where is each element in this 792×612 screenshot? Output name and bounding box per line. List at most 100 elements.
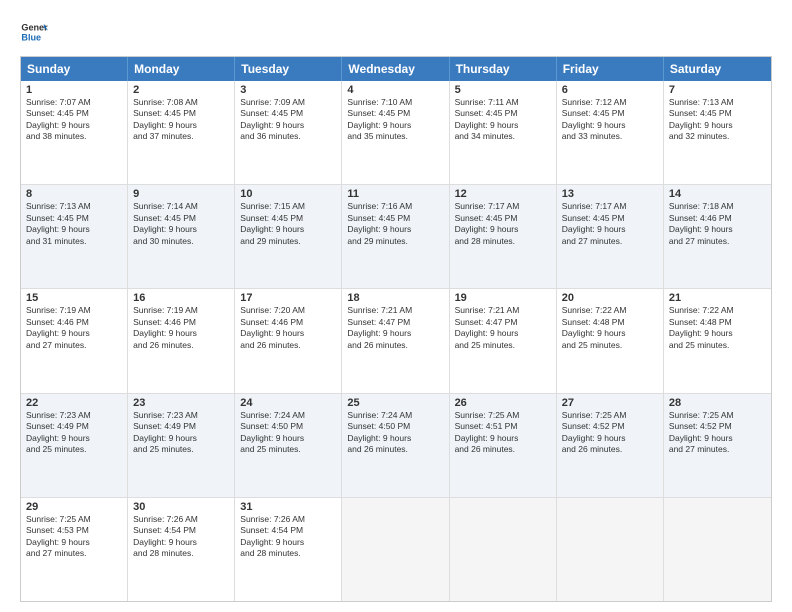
day-cell-30: 30Sunrise: 7:26 AM Sunset: 4:54 PM Dayli… bbox=[128, 498, 235, 601]
day-number: 17 bbox=[240, 292, 336, 304]
day-number: 20 bbox=[562, 292, 658, 304]
day-cell-2: 2Sunrise: 7:08 AM Sunset: 4:45 PM Daylig… bbox=[128, 81, 235, 184]
day-cell-20: 20Sunrise: 7:22 AM Sunset: 4:48 PM Dayli… bbox=[557, 289, 664, 392]
day-info: Sunrise: 7:14 AM Sunset: 4:45 PM Dayligh… bbox=[133, 201, 229, 247]
day-info: Sunrise: 7:15 AM Sunset: 4:45 PM Dayligh… bbox=[240, 201, 336, 247]
page: General Blue SundayMondayTuesdayWednesda… bbox=[0, 0, 792, 612]
day-info: Sunrise: 7:19 AM Sunset: 4:46 PM Dayligh… bbox=[133, 305, 229, 351]
calendar-row-2: 15Sunrise: 7:19 AM Sunset: 4:46 PM Dayli… bbox=[21, 289, 771, 393]
day-cell-12: 12Sunrise: 7:17 AM Sunset: 4:45 PM Dayli… bbox=[450, 185, 557, 288]
day-info: Sunrise: 7:23 AM Sunset: 4:49 PM Dayligh… bbox=[133, 410, 229, 456]
day-info: Sunrise: 7:25 AM Sunset: 4:52 PM Dayligh… bbox=[669, 410, 766, 456]
weekday-header-wednesday: Wednesday bbox=[342, 57, 449, 81]
day-cell-4: 4Sunrise: 7:10 AM Sunset: 4:45 PM Daylig… bbox=[342, 81, 449, 184]
weekday-header-saturday: Saturday bbox=[664, 57, 771, 81]
svg-text:Blue: Blue bbox=[21, 32, 41, 42]
day-number: 31 bbox=[240, 501, 336, 513]
day-cell-5: 5Sunrise: 7:11 AM Sunset: 4:45 PM Daylig… bbox=[450, 81, 557, 184]
day-cell-1: 1Sunrise: 7:07 AM Sunset: 4:45 PM Daylig… bbox=[21, 81, 128, 184]
day-number: 12 bbox=[455, 188, 551, 200]
day-cell-19: 19Sunrise: 7:21 AM Sunset: 4:47 PM Dayli… bbox=[450, 289, 557, 392]
day-cell-26: 26Sunrise: 7:25 AM Sunset: 4:51 PM Dayli… bbox=[450, 394, 557, 497]
day-cell-22: 22Sunrise: 7:23 AM Sunset: 4:49 PM Dayli… bbox=[21, 394, 128, 497]
day-cell-16: 16Sunrise: 7:19 AM Sunset: 4:46 PM Dayli… bbox=[128, 289, 235, 392]
day-cell-29: 29Sunrise: 7:25 AM Sunset: 4:53 PM Dayli… bbox=[21, 498, 128, 601]
weekday-header-sunday: Sunday bbox=[21, 57, 128, 81]
empty-cell bbox=[342, 498, 449, 601]
weekday-header-monday: Monday bbox=[128, 57, 235, 81]
day-info: Sunrise: 7:22 AM Sunset: 4:48 PM Dayligh… bbox=[669, 305, 766, 351]
day-cell-7: 7Sunrise: 7:13 AM Sunset: 4:45 PM Daylig… bbox=[664, 81, 771, 184]
day-number: 26 bbox=[455, 397, 551, 409]
day-info: Sunrise: 7:07 AM Sunset: 4:45 PM Dayligh… bbox=[26, 97, 122, 143]
day-number: 23 bbox=[133, 397, 229, 409]
calendar-row-0: 1Sunrise: 7:07 AM Sunset: 4:45 PM Daylig… bbox=[21, 81, 771, 185]
day-cell-10: 10Sunrise: 7:15 AM Sunset: 4:45 PM Dayli… bbox=[235, 185, 342, 288]
day-number: 13 bbox=[562, 188, 658, 200]
day-number: 1 bbox=[26, 84, 122, 96]
day-number: 27 bbox=[562, 397, 658, 409]
day-info: Sunrise: 7:22 AM Sunset: 4:48 PM Dayligh… bbox=[562, 305, 658, 351]
day-info: Sunrise: 7:11 AM Sunset: 4:45 PM Dayligh… bbox=[455, 97, 551, 143]
day-info: Sunrise: 7:24 AM Sunset: 4:50 PM Dayligh… bbox=[240, 410, 336, 456]
day-number: 16 bbox=[133, 292, 229, 304]
day-cell-6: 6Sunrise: 7:12 AM Sunset: 4:45 PM Daylig… bbox=[557, 81, 664, 184]
day-info: Sunrise: 7:10 AM Sunset: 4:45 PM Dayligh… bbox=[347, 97, 443, 143]
day-info: Sunrise: 7:18 AM Sunset: 4:46 PM Dayligh… bbox=[669, 201, 766, 247]
day-info: Sunrise: 7:23 AM Sunset: 4:49 PM Dayligh… bbox=[26, 410, 122, 456]
day-number: 18 bbox=[347, 292, 443, 304]
calendar: SundayMondayTuesdayWednesdayThursdayFrid… bbox=[20, 56, 772, 602]
day-number: 2 bbox=[133, 84, 229, 96]
header: General Blue bbox=[20, 18, 772, 46]
day-cell-9: 9Sunrise: 7:14 AM Sunset: 4:45 PM Daylig… bbox=[128, 185, 235, 288]
day-info: Sunrise: 7:12 AM Sunset: 4:45 PM Dayligh… bbox=[562, 97, 658, 143]
day-info: Sunrise: 7:25 AM Sunset: 4:52 PM Dayligh… bbox=[562, 410, 658, 456]
day-number: 28 bbox=[669, 397, 766, 409]
day-number: 9 bbox=[133, 188, 229, 200]
empty-cell bbox=[450, 498, 557, 601]
day-cell-25: 25Sunrise: 7:24 AM Sunset: 4:50 PM Dayli… bbox=[342, 394, 449, 497]
day-cell-24: 24Sunrise: 7:24 AM Sunset: 4:50 PM Dayli… bbox=[235, 394, 342, 497]
day-info: Sunrise: 7:21 AM Sunset: 4:47 PM Dayligh… bbox=[347, 305, 443, 351]
logo: General Blue bbox=[20, 18, 48, 46]
day-number: 7 bbox=[669, 84, 766, 96]
day-cell-27: 27Sunrise: 7:25 AM Sunset: 4:52 PM Dayli… bbox=[557, 394, 664, 497]
day-number: 30 bbox=[133, 501, 229, 513]
day-cell-28: 28Sunrise: 7:25 AM Sunset: 4:52 PM Dayli… bbox=[664, 394, 771, 497]
day-number: 6 bbox=[562, 84, 658, 96]
day-number: 8 bbox=[26, 188, 122, 200]
day-info: Sunrise: 7:17 AM Sunset: 4:45 PM Dayligh… bbox=[562, 201, 658, 247]
day-info: Sunrise: 7:16 AM Sunset: 4:45 PM Dayligh… bbox=[347, 201, 443, 247]
day-number: 10 bbox=[240, 188, 336, 200]
day-number: 24 bbox=[240, 397, 336, 409]
calendar-row-3: 22Sunrise: 7:23 AM Sunset: 4:49 PM Dayli… bbox=[21, 394, 771, 498]
day-info: Sunrise: 7:08 AM Sunset: 4:45 PM Dayligh… bbox=[133, 97, 229, 143]
calendar-row-1: 8Sunrise: 7:13 AM Sunset: 4:45 PM Daylig… bbox=[21, 185, 771, 289]
day-cell-18: 18Sunrise: 7:21 AM Sunset: 4:47 PM Dayli… bbox=[342, 289, 449, 392]
day-info: Sunrise: 7:25 AM Sunset: 4:51 PM Dayligh… bbox=[455, 410, 551, 456]
day-number: 15 bbox=[26, 292, 122, 304]
logo-icon: General Blue bbox=[20, 18, 48, 46]
weekday-header-tuesday: Tuesday bbox=[235, 57, 342, 81]
day-number: 11 bbox=[347, 188, 443, 200]
day-cell-13: 13Sunrise: 7:17 AM Sunset: 4:45 PM Dayli… bbox=[557, 185, 664, 288]
empty-cell bbox=[664, 498, 771, 601]
day-cell-14: 14Sunrise: 7:18 AM Sunset: 4:46 PM Dayli… bbox=[664, 185, 771, 288]
calendar-body: 1Sunrise: 7:07 AM Sunset: 4:45 PM Daylig… bbox=[21, 81, 771, 601]
day-info: Sunrise: 7:13 AM Sunset: 4:45 PM Dayligh… bbox=[669, 97, 766, 143]
day-cell-15: 15Sunrise: 7:19 AM Sunset: 4:46 PM Dayli… bbox=[21, 289, 128, 392]
day-cell-21: 21Sunrise: 7:22 AM Sunset: 4:48 PM Dayli… bbox=[664, 289, 771, 392]
day-cell-11: 11Sunrise: 7:16 AM Sunset: 4:45 PM Dayli… bbox=[342, 185, 449, 288]
day-number: 14 bbox=[669, 188, 766, 200]
day-number: 4 bbox=[347, 84, 443, 96]
day-info: Sunrise: 7:20 AM Sunset: 4:46 PM Dayligh… bbox=[240, 305, 336, 351]
day-info: Sunrise: 7:26 AM Sunset: 4:54 PM Dayligh… bbox=[240, 514, 336, 560]
day-cell-3: 3Sunrise: 7:09 AM Sunset: 4:45 PM Daylig… bbox=[235, 81, 342, 184]
day-info: Sunrise: 7:26 AM Sunset: 4:54 PM Dayligh… bbox=[133, 514, 229, 560]
day-number: 21 bbox=[669, 292, 766, 304]
day-info: Sunrise: 7:17 AM Sunset: 4:45 PM Dayligh… bbox=[455, 201, 551, 247]
day-info: Sunrise: 7:19 AM Sunset: 4:46 PM Dayligh… bbox=[26, 305, 122, 351]
day-info: Sunrise: 7:24 AM Sunset: 4:50 PM Dayligh… bbox=[347, 410, 443, 456]
calendar-header: SundayMondayTuesdayWednesdayThursdayFrid… bbox=[21, 57, 771, 81]
day-number: 19 bbox=[455, 292, 551, 304]
